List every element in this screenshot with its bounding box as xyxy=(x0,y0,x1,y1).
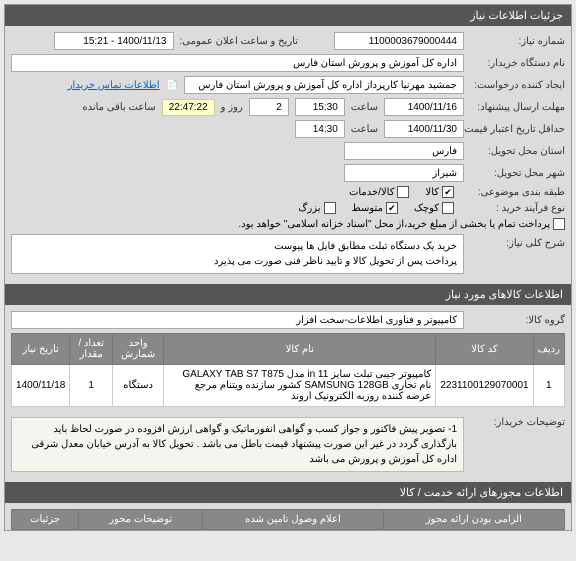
province-value: فارس xyxy=(344,142,464,160)
purchase-type-label: نوع فرآیند خرید : xyxy=(470,203,565,214)
checkbox-payment[interactable] xyxy=(553,218,565,230)
send-time-label: ساعت xyxy=(351,102,378,113)
main-panel: جزئیات اطلاعات نیاز شماره نیاز: 11000036… xyxy=(4,4,572,531)
th-qty: تعداد / مقدار xyxy=(70,334,113,365)
checkbox-khadamat[interactable] xyxy=(397,186,409,198)
need-no-label: شماره نیاز: xyxy=(470,36,565,47)
deadline-label: مهلت ارسال پیشنهاد: xyxy=(470,102,565,113)
need-no-value: 1100003679000444 xyxy=(334,32,464,50)
perm-th1: جزئیات xyxy=(12,510,79,530)
goods-group-value: کامپیوتر و فناوری اطلاعات-سخت افزار xyxy=(11,311,464,329)
cat-kala-label: کالا xyxy=(425,187,439,198)
send-date: 1400/11/16 xyxy=(384,98,464,116)
province-label: استان محل تحویل: xyxy=(470,146,565,157)
cell-code: 2231100129070001 xyxy=(436,365,533,407)
cell-num: 1 xyxy=(533,365,564,407)
checkbox-large[interactable] xyxy=(324,202,336,214)
document-icon xyxy=(166,79,178,91)
send-time: 15:30 xyxy=(295,98,345,116)
table-row: 1 2231100129070001 کامپیوتر جیبی تبلت سا… xyxy=(12,365,565,407)
cell-unit: دستگاه xyxy=(113,365,164,407)
public-date-value: 1400/11/13 - 15:21 xyxy=(54,32,174,50)
type-medium-label: متوسط xyxy=(352,203,383,214)
payment-note: پرداخت تمام یا بخشی از مبلغ خرید،از محل … xyxy=(238,219,550,230)
validity-date: 1400/11/30 xyxy=(384,120,464,138)
items-header: اطلاعات کالاهای مورد نیاز xyxy=(5,284,571,305)
notes-label: توضیحات خریدار: xyxy=(470,413,565,428)
th-date: تاریخ نیاز xyxy=(12,334,70,365)
type-large-label: بزرگ xyxy=(298,203,320,214)
contact-link[interactable]: اطلاعات تماس خریدار xyxy=(68,80,160,91)
category-label: طبقه بندی موضوعی: xyxy=(470,187,565,198)
th-code: کد کالا xyxy=(436,334,533,365)
th-row: ردیف xyxy=(533,334,564,365)
items-table: ردیف کد کالا نام کالا واحد شمارش تعداد /… xyxy=(11,333,565,407)
validity-time: 14:30 xyxy=(295,120,345,138)
validity-label: حداقل تاریخ اعتبار قیمت: xyxy=(470,124,565,135)
days-value: 2 xyxy=(249,98,289,116)
main-panel-header: جزئیات اطلاعات نیاز xyxy=(5,5,571,26)
header-title: جزئیات اطلاعات نیاز xyxy=(470,9,563,22)
type-small-label: کوچک xyxy=(414,203,439,214)
th-name: نام کالا xyxy=(164,334,436,365)
perm-th4: الزامی بودن ارائه مجوز xyxy=(383,510,564,530)
countdown-label: ساعت باقی مانده xyxy=(82,102,155,113)
perm-header: اطلاعات مجوزهای ارائه خدمت / کالا xyxy=(5,482,571,503)
countdown-value: 22:47:22 xyxy=(162,99,215,116)
cell-date: 1400/11/18 xyxy=(12,365,70,407)
cell-qty: 1 xyxy=(70,365,113,407)
goods-group-label: گروه کالا: xyxy=(470,315,565,326)
cell-name: کامپیوتر جیبی تبلت سایز in 11 مدل GALAXY… xyxy=(164,365,436,407)
public-date-label: تاریخ و ساعت اعلان عمومی: xyxy=(180,36,299,47)
perm-th2: توضیحات محور xyxy=(79,510,203,530)
requester-value: جمشید مهرنیا کارپرداز اداره کل آموزش و پ… xyxy=(184,76,464,94)
checkbox-medium[interactable]: ✔ xyxy=(386,202,398,214)
requester-label: ایجاد کننده درخواست: xyxy=(470,80,565,91)
buyer-value: اداره کل آموزش و پرورش استان فارس xyxy=(11,54,464,72)
desc-text: خرید یک دستگاه تبلت مطابق فایل ها پیوست … xyxy=(11,234,464,274)
perm-header-title: اطلاعات مجوزهای ارائه خدمت / کالا xyxy=(400,486,563,499)
items-header-title: اطلاعات کالاهای مورد نیاز xyxy=(446,288,563,301)
city-label: شهر محل تحویل: xyxy=(470,168,565,179)
notes-text: 1- تصویر پیش فاکتور و جواز کسب و گواهی ا… xyxy=(11,417,464,472)
days-label: روز و xyxy=(221,102,243,113)
desc-label: شرح کلی نیاز: xyxy=(470,234,565,249)
perm-table: الزامی بودن ارائه مجوز اعلام وصول تامین … xyxy=(11,509,565,530)
buyer-label: نام دستگاه خریدار: xyxy=(470,58,565,69)
perm-th3: اعلام وصول تامین شده xyxy=(203,510,383,530)
validity-time-label: ساعت xyxy=(351,124,378,135)
cat-khadamat-label: کالا/خدمات xyxy=(349,187,395,198)
checkbox-small[interactable] xyxy=(442,202,454,214)
checkbox-kala[interactable]: ✔ xyxy=(442,186,454,198)
city-value: شیراز xyxy=(344,164,464,182)
th-unit: واحد شمارش xyxy=(113,334,164,365)
